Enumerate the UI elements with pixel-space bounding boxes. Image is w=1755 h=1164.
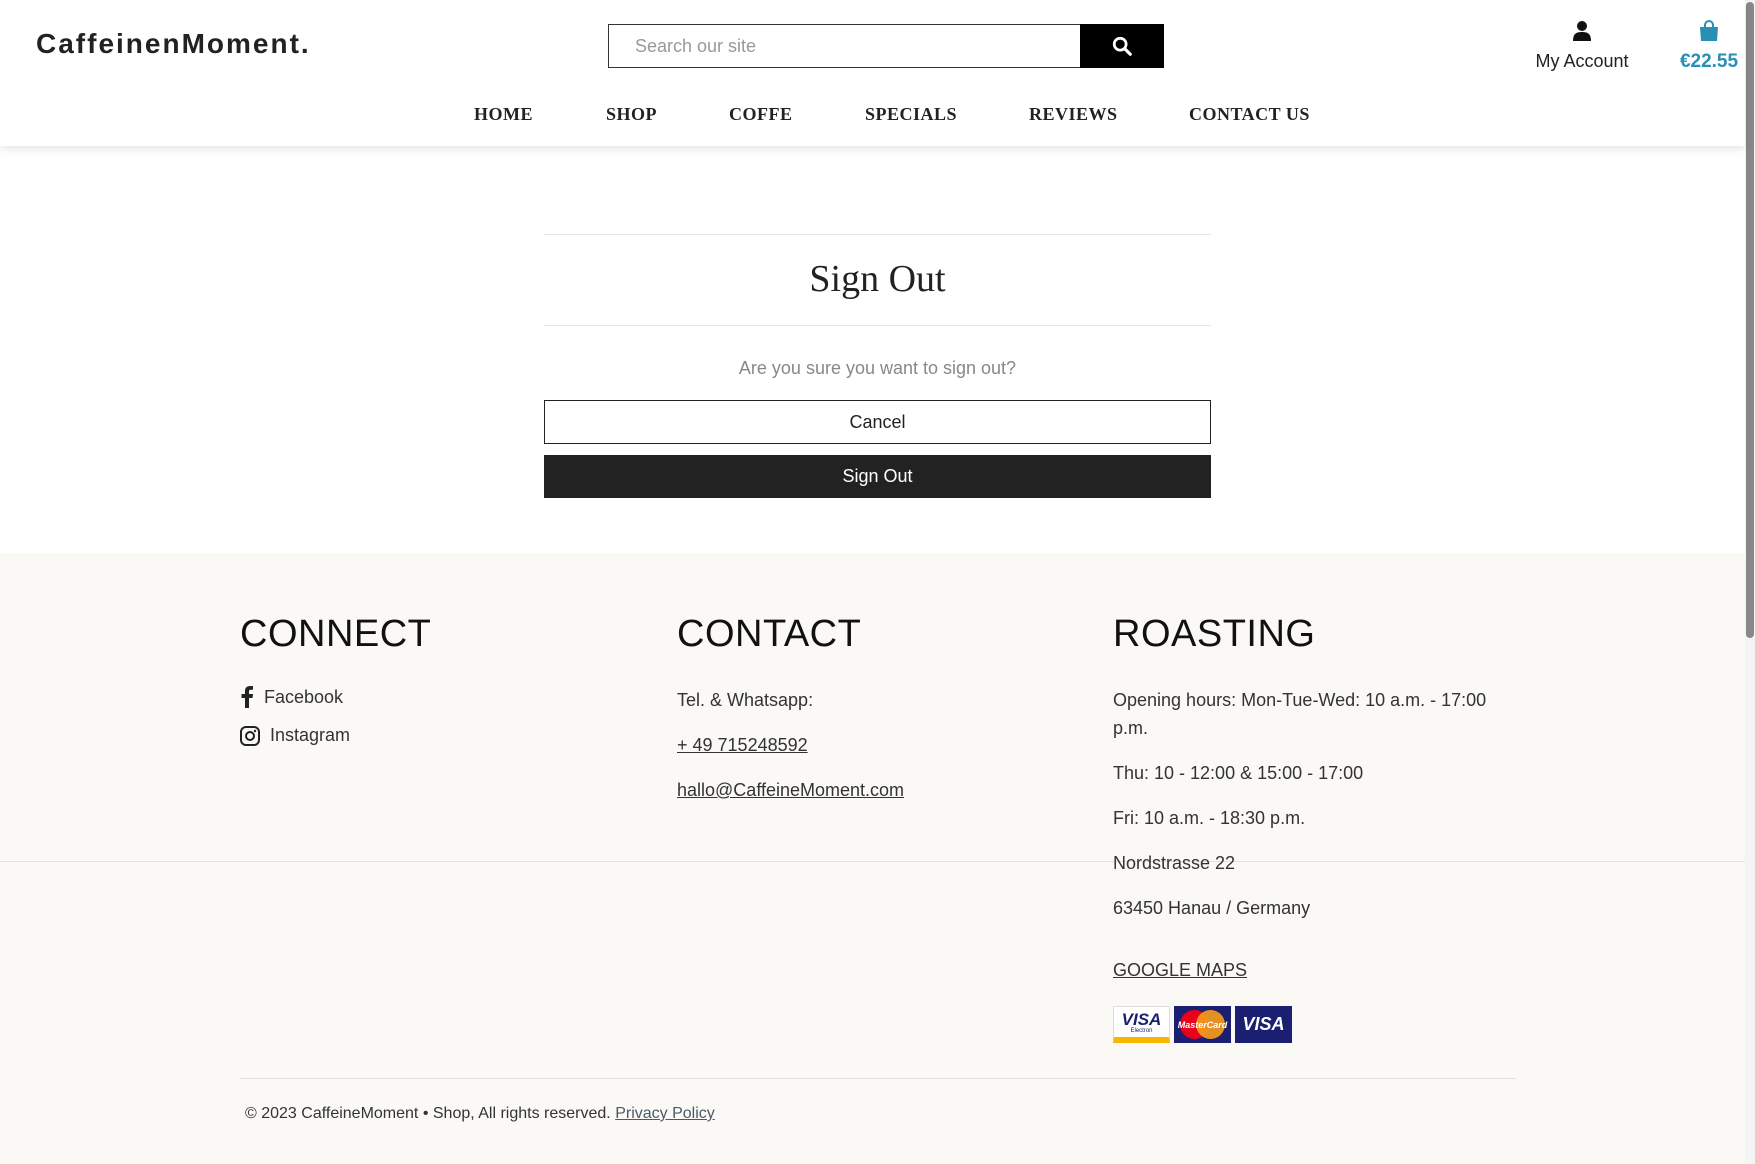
facebook-icon <box>241 686 253 708</box>
opening-hours-mon-wed: Opening hours: Mon-Tue-Wed: 10 a.m. - 17… <box>1113 690 1487 738</box>
copyright-divider <box>240 1078 1516 1079</box>
payment-methods: VISA Electron MasterCard VISA <box>1113 1006 1513 1043</box>
cart-total: €22.55 <box>1679 51 1739 72</box>
search-input[interactable] <box>608 24 1080 68</box>
opening-hours-fri: Fri: 10 a.m. - 18:30 p.m. <box>1113 808 1306 828</box>
contact-heading: CONTACT <box>677 613 862 655</box>
mastercard-icon: MasterCard <box>1174 1006 1231 1043</box>
nav-reviews[interactable]: REVIEWS <box>1029 104 1118 125</box>
roasting-column: ROASTING Opening hours: Mon-Tue-Wed: 10 … <box>1113 613 1513 1043</box>
visa-icon: VISA <box>1235 1006 1292 1043</box>
sign-out-button[interactable]: Sign Out <box>544 455 1211 498</box>
divider <box>544 325 1211 326</box>
nav-shop[interactable]: SHOP <box>606 104 657 125</box>
my-account-link[interactable]: My Account <box>1528 20 1636 72</box>
site-footer: CONNECT Facebook Instagram CONTACT Tel. … <box>0 553 1745 1164</box>
copyright: © 2023 CaffeineMoment • Shop, All rights… <box>245 1105 715 1123</box>
nav-home[interactable]: HOME <box>474 104 533 125</box>
opening-hours-thu: Thu: 10 - 12:00 & 15:00 - 17:00 <box>1113 763 1364 783</box>
user-icon <box>1573 21 1591 41</box>
visa-electron-label: VISA <box>1121 1009 1162 1029</box>
nav-contact-us[interactable]: CONTACT US <box>1189 104 1310 125</box>
shopping-bag-icon <box>1700 20 1718 41</box>
contact-column: CONTACT Tel. & Whatsapp: + 49 715248592 … <box>677 613 904 821</box>
facebook-link[interactable]: Facebook <box>240 686 431 708</box>
google-maps-link[interactable]: GOOGLE MAPS <box>1113 956 1513 984</box>
connect-heading: CONNECT <box>240 613 432 655</box>
cancel-button[interactable]: Cancel <box>544 400 1211 444</box>
roasting-heading: ROASTING <box>1113 613 1316 655</box>
instagram-icon <box>240 725 260 746</box>
connect-column: CONNECT Facebook Instagram <box>240 613 431 763</box>
my-account-label: My Account <box>1535 51 1629 71</box>
visa-electron-icon: VISA Electron <box>1113 1006 1170 1043</box>
page-title: Sign Out <box>809 258 946 300</box>
search-icon <box>1112 36 1132 56</box>
main-content: Sign Out Are you sure you want to sign o… <box>0 146 1745 553</box>
cart-link[interactable]: €22.55 <box>1672 20 1746 73</box>
email-link[interactable]: hallo@CaffeineMoment.com <box>677 776 904 804</box>
mastercard-label: MasterCard <box>1177 1019 1228 1030</box>
facebook-label: Facebook <box>264 686 344 707</box>
phone-link[interactable]: + 49 715248592 <box>677 731 904 759</box>
site-logo[interactable]: CaffeinenMoment. <box>36 28 311 60</box>
nav-specials[interactable]: SPECIALS <box>865 104 957 125</box>
signout-question: Are you sure you want to sign out? <box>738 358 1017 378</box>
signout-panel: Sign Out Are you sure you want to sign o… <box>544 234 1211 498</box>
privacy-policy-link[interactable]: Privacy Policy <box>615 1105 715 1122</box>
search-bar <box>608 24 1164 68</box>
address-city: 63450 Hanau / Germany <box>1113 898 1311 918</box>
copyright-text: © 2023 CaffeineMoment • Shop, All rights… <box>245 1105 611 1122</box>
instagram-link[interactable]: Instagram <box>240 725 431 746</box>
site-header: CaffeinenMoment. My Account €22.55 HOME … <box>0 0 1745 146</box>
page-scrollbar[interactable] <box>1745 0 1755 1164</box>
search-button[interactable] <box>1080 24 1164 68</box>
nav-coffe[interactable]: COFFE <box>729 104 793 125</box>
instagram-label: Instagram <box>270 725 351 745</box>
address-street: Nordstrasse 22 <box>1113 853 1236 873</box>
tel-label: Tel. & Whatsapp: <box>677 690 814 710</box>
scrollbar-thumb[interactable] <box>1746 2 1754 638</box>
